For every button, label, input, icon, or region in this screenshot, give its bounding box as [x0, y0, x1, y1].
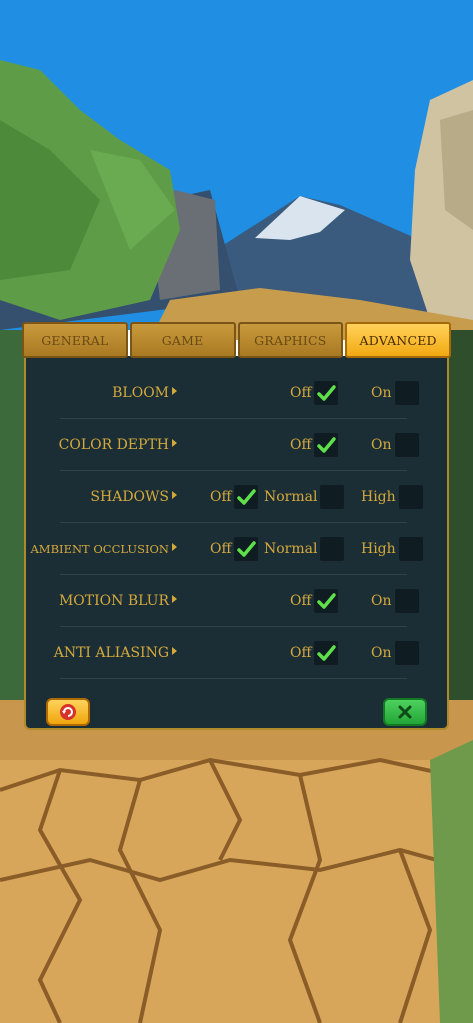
checkbox-checked[interactable]: [314, 589, 339, 613]
checkbox-empty[interactable]: [394, 433, 419, 457]
option-on[interactable]: On: [371, 575, 419, 627]
row-divider: [60, 678, 407, 679]
option-label: On: [371, 645, 392, 661]
checkbox-checked[interactable]: [314, 433, 339, 457]
checkbox-empty[interactable]: [320, 537, 345, 561]
option-off[interactable]: Off: [210, 471, 259, 523]
option-label: Normal: [264, 541, 318, 557]
option-label: Off: [290, 437, 312, 453]
setting-row-anti-aliasing: ANTI ALIASING Off On: [22, 627, 447, 679]
checkbox-checked[interactable]: [314, 381, 339, 405]
checkbox-checked[interactable]: [314, 641, 339, 665]
setting-label: SHADOWS: [90, 489, 169, 505]
arrow-right-icon: [172, 491, 177, 499]
checkbox-empty[interactable]: [394, 641, 419, 665]
checkmark-icon: [317, 385, 337, 401]
tab-graphics[interactable]: GRAPHICS: [237, 322, 344, 358]
setting-label: AMBIENT OCCLUSION: [30, 542, 170, 556]
option-label: High: [361, 541, 396, 557]
reset-button[interactable]: [46, 698, 90, 726]
checkbox-checked[interactable]: [234, 537, 259, 561]
option-high[interactable]: High: [361, 471, 423, 523]
checkbox-checked[interactable]: [234, 485, 259, 509]
arrow-right-icon: [172, 647, 177, 655]
checkmark-icon: [317, 645, 337, 661]
option-high[interactable]: High: [361, 523, 423, 575]
option-off[interactable]: Off: [290, 575, 339, 627]
arrow-right-icon: [172, 439, 177, 447]
option-label: On: [371, 437, 392, 453]
option-off[interactable]: Off: [290, 627, 339, 679]
settings-panel: GENERAL GAME GRAPHICS ADVANCED BLOOM Off…: [22, 322, 451, 732]
setting-row-bloom: BLOOM Off On: [22, 367, 447, 419]
option-label: Off: [290, 645, 312, 661]
option-off[interactable]: Off: [290, 367, 339, 419]
option-on[interactable]: On: [371, 419, 419, 471]
setting-row-color-depth: COLOR DEPTH Off On: [22, 419, 447, 471]
option-on[interactable]: On: [371, 627, 419, 679]
close-button[interactable]: [383, 698, 427, 726]
checkmark-icon: [237, 489, 257, 505]
tab-bar: GENERAL GAME GRAPHICS ADVANCED: [22, 322, 451, 360]
close-x-icon: [398, 705, 412, 719]
setting-row-motion-blur: MOTION BLUR Off On: [22, 575, 447, 627]
option-label: Off: [290, 385, 312, 401]
option-label: High: [361, 489, 396, 505]
arrow-right-icon: [172, 387, 177, 395]
option-label: Off: [290, 593, 312, 609]
option-off[interactable]: Off: [210, 523, 259, 575]
tab-general[interactable]: GENERAL: [22, 322, 128, 358]
setting-row-shadows: SHADOWS Off Normal High: [22, 471, 447, 523]
option-on[interactable]: On: [371, 367, 419, 419]
option-label: On: [371, 593, 392, 609]
option-label: Off: [210, 489, 232, 505]
option-label: Normal: [264, 489, 318, 505]
checkmark-icon: [237, 541, 257, 557]
checkbox-empty[interactable]: [398, 485, 423, 509]
setting-label: MOTION BLUR: [58, 593, 169, 609]
setting-label: COLOR DEPTH: [58, 437, 169, 453]
setting-label: ANTI ALIASING: [53, 645, 169, 661]
option-normal[interactable]: Normal: [264, 471, 345, 523]
checkmark-icon: [317, 437, 337, 453]
checkbox-empty[interactable]: [398, 537, 423, 561]
option-label: Off: [210, 541, 232, 557]
tab-advanced[interactable]: ADVANCED: [345, 322, 451, 358]
checkbox-empty[interactable]: [320, 485, 345, 509]
checkmark-icon: [317, 593, 337, 609]
setting-label: BLOOM: [112, 385, 169, 401]
reset-icon: [60, 704, 76, 720]
option-normal[interactable]: Normal: [264, 523, 345, 575]
checkbox-empty[interactable]: [394, 381, 419, 405]
checkbox-empty[interactable]: [394, 589, 419, 613]
arrow-right-icon: [172, 543, 177, 551]
option-off[interactable]: Off: [290, 419, 339, 471]
option-label: On: [371, 385, 392, 401]
setting-row-ambient-occlusion: AMBIENT OCCLUSION Off Normal High: [22, 523, 447, 575]
arrow-right-icon: [172, 595, 177, 603]
tab-game[interactable]: GAME: [129, 322, 236, 358]
